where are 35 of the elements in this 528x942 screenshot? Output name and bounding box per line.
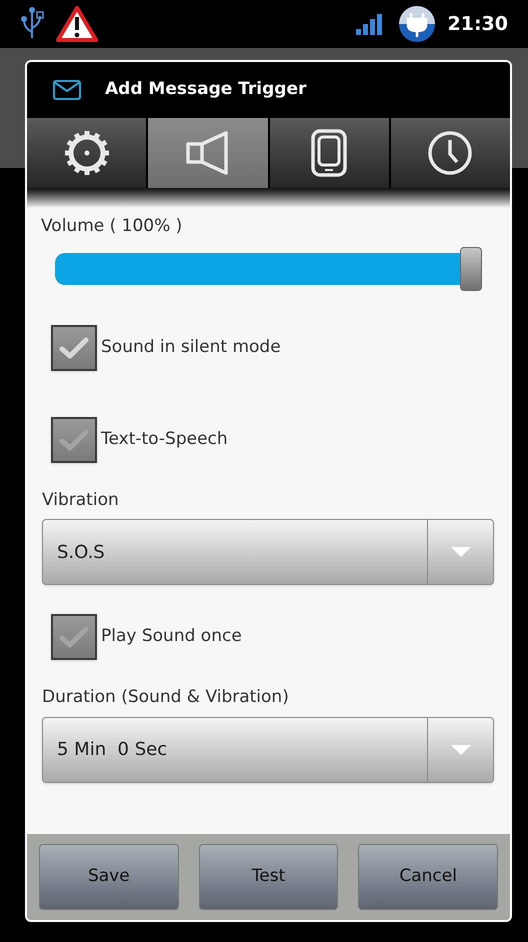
- checkbox-label: Text-to-Speech: [101, 428, 228, 451]
- checkbox[interactable]: [51, 416, 97, 462]
- gear-icon: [64, 130, 110, 176]
- clock-icon: [427, 130, 474, 176]
- dialog-title: Add Message Trigger: [105, 78, 306, 102]
- checkmark-icon: [59, 336, 89, 360]
- dropdown[interactable]: 5 Min 0 Sec: [42, 716, 494, 782]
- dropdown-value: S.O.S: [56, 540, 106, 564]
- checkmark-icon: [59, 625, 89, 649]
- caret-icon: [450, 744, 470, 754]
- warning-icon: [56, 6, 98, 42]
- dialog-button[interactable]: Test: [198, 844, 338, 910]
- dialog-button[interactable]: Cancel: [358, 844, 498, 910]
- checkbox-label: Sound in silent mode: [101, 336, 281, 359]
- dropdown[interactable]: S.O.S: [42, 519, 494, 585]
- slider-thumb[interactable]: [460, 246, 482, 290]
- speaker-icon: [184, 130, 231, 176]
- field-label: Vibration: [42, 488, 120, 512]
- clock-time: 21:30: [448, 12, 508, 37]
- envelope-icon: [53, 80, 81, 100]
- phone-icon: [311, 129, 348, 177]
- checkmark-icon: [59, 428, 89, 452]
- volume-label: Volume ( 100% ): [40, 215, 184, 238]
- dialog-button[interactable]: Save: [39, 844, 179, 910]
- tab[interactable]: [390, 118, 510, 188]
- tab[interactable]: [270, 118, 389, 188]
- dropdown-value: 5 Min 0 Sec: [56, 738, 168, 762]
- checkbox[interactable]: [51, 324, 97, 370]
- caret-icon: [450, 547, 470, 557]
- charging-icon: [398, 5, 436, 43]
- tab[interactable]: [27, 118, 146, 188]
- field-label: Duration (Sound & Vibration): [42, 686, 290, 709]
- checkbox[interactable]: [51, 614, 97, 660]
- checkbox-label: Play Sound once: [101, 625, 242, 648]
- volume-slider[interactable]: [55, 246, 482, 292]
